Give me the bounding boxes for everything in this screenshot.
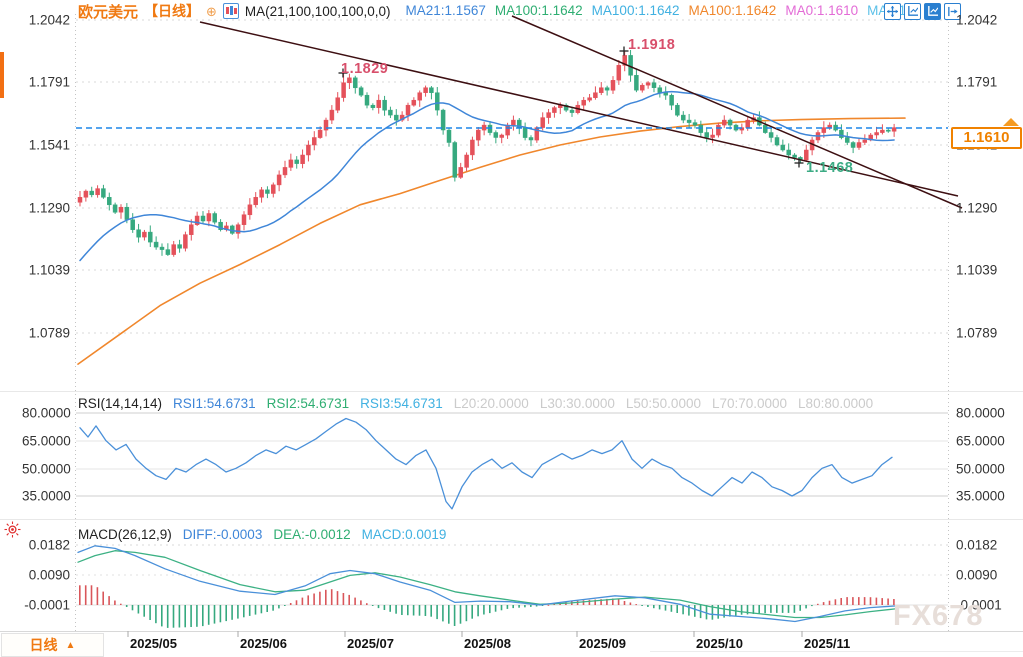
ma-legend: MA21:1.1567 MA100:1.1642 MA100:1.1642 MA100… [397, 2, 918, 20]
symbol-title: 欧元美元 [78, 1, 138, 22]
macd-legend-item: DEA:-0.0012 [273, 527, 350, 542]
rsi-legend: RSI1:54.6731 RSI2:54.6731 RSI3:54.6731 L20:… [162, 396, 873, 411]
rsi-legend-item: L80:80.0000 [798, 396, 873, 411]
macd-legend: DIFF:-0.0003 DEA:-0.0012 MACD:0.0019 [172, 527, 447, 542]
ma-legend-item: MA100:1.1642 [689, 3, 777, 18]
move-crosshair-icon[interactable] [884, 3, 901, 20]
period-selector-button[interactable]: 日线 ▲ [1, 633, 104, 657]
rsi-legend-item: RSI2:54.6731 [267, 396, 350, 411]
period-tag: 【日线】 [144, 1, 200, 21]
chart-toolbar [884, 3, 961, 20]
drawing-tool-target-icon[interactable] [4, 521, 21, 543]
rsi-header: RSI(14,14,14) RSI1:54.6731RSI2:54.6731RS… [78, 396, 873, 411]
rsi-legend-item: RSI1:54.6731 [173, 396, 256, 411]
rsi-title[interactable]: RSI(14,14,14) [78, 396, 162, 411]
current-price-badge: 1.1610 [951, 127, 1022, 149]
price-annotation: 1.1918 [628, 37, 675, 53]
x-axis-month-label: 2025/05 [130, 636, 177, 651]
watermark: FX678 [893, 600, 983, 633]
x-axis-month-label: 2025/10 [696, 636, 743, 651]
chart-header: 欧元美元 【日线】 ⊕ MA(21,100,100,100,0,0) MA21:… [78, 2, 917, 20]
macd-title[interactable]: MACD(26,12,9) [78, 527, 172, 542]
left-accent-strip [0, 52, 4, 98]
rsi-legend-item: RSI3:54.6731 [360, 396, 443, 411]
collapse-right-icon[interactable] [944, 3, 961, 20]
macd-legend-item: MACD:0.0019 [362, 527, 447, 542]
x-axis-month-label: 2025/06 [240, 636, 287, 651]
axis-scale-icon[interactable] [904, 3, 921, 20]
price-annotation: 1.1468 [806, 160, 853, 176]
period-label: 日线 [30, 635, 58, 655]
ma-legend-item: MA21:1.1567 [406, 3, 486, 18]
x-axis-month-label: 2025/08 [464, 636, 511, 651]
chart-window: 欧元美元 【日线】 ⊕ MA(21,100,100,100,0,0) MA21:… [0, 0, 1023, 657]
rsi-legend-item: L20:20.0000 [454, 396, 529, 411]
x-axis-month-label: 2025/07 [347, 636, 394, 651]
kline-indicator-icon[interactable] [223, 3, 239, 19]
macd-legend-item: DIFF:-0.0003 [183, 527, 263, 542]
rsi-legend-item: L30:30.0000 [540, 396, 615, 411]
macd-header: MACD(26,12,9) DIFF:-0.0003 DEA:-0.0012 MAC… [78, 527, 446, 542]
axis-scale-active-icon[interactable] [924, 3, 941, 20]
price-arrow-up-icon [1003, 118, 1019, 126]
chart-canvas[interactable] [0, 0, 1023, 657]
x-axis-month-label: 2025/09 [579, 636, 626, 651]
price-annotation: 1.1829 [341, 61, 388, 77]
x-axis-month-label: 2025/11 [804, 636, 850, 651]
add-indicator-icon[interactable]: ⊕ [206, 5, 217, 18]
ma-legend-item: MA100:1.1642 [495, 3, 583, 18]
ma-settings-label[interactable]: MA(21,100,100,100,0,0) [245, 4, 391, 19]
ma-legend-item: MA0:1.1610 [785, 3, 858, 18]
chevron-up-icon: ▲ [66, 640, 76, 651]
ma-legend-item: MA100:1.1642 [592, 3, 680, 18]
rsi-legend-item: L50:50.0000 [626, 396, 701, 411]
rsi-legend-item: L70:70.0000 [712, 396, 787, 411]
